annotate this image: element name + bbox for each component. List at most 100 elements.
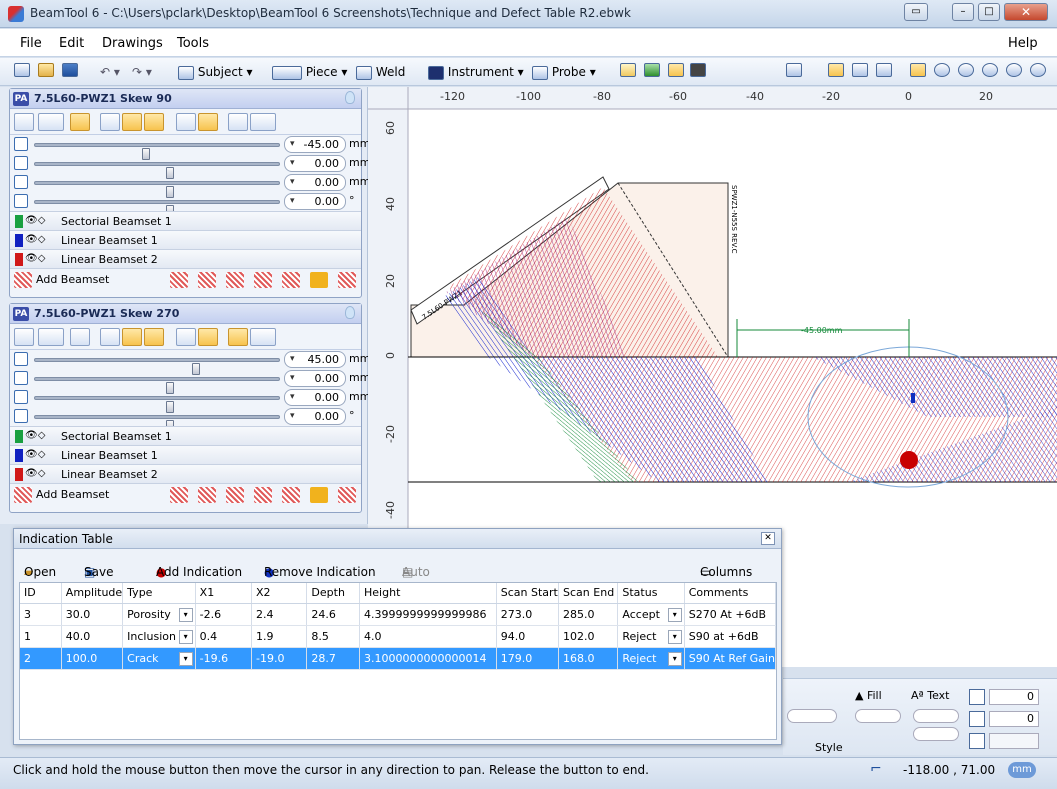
zoom-icon[interactable] xyxy=(958,63,974,77)
column-header[interactable]: Status xyxy=(617,583,685,604)
table-cell[interactable]: 100.0 xyxy=(61,647,124,670)
close-button[interactable]: ✕ xyxy=(1004,3,1048,21)
chevron-down-icon[interactable]: ▾ xyxy=(178,607,193,622)
add-beamset-icon[interactable] xyxy=(14,487,32,503)
zoom-out-icon[interactable] xyxy=(1030,63,1046,77)
weld-button[interactable]: Weld xyxy=(356,62,405,82)
probe-settings-icon[interactable] xyxy=(14,328,34,346)
gear-icon[interactable] xyxy=(38,113,64,131)
table-cell[interactable]: S270 At +6dB xyxy=(684,603,776,626)
table-cell[interactable]: 273.0 xyxy=(496,603,560,626)
chevron-down-icon[interactable]: ▾ xyxy=(667,651,682,666)
lightbulb-icon[interactable] xyxy=(345,306,355,319)
column-header[interactable]: Amplitude xyxy=(61,583,124,604)
table-row[interactable]: 3 30.0 Porosity ▾ -2.6 2.4 24.6 4.3999999999999… xyxy=(20,603,776,626)
table-cell[interactable]: 1.9 xyxy=(251,625,308,648)
table-cell[interactable]: Porosity ▾ xyxy=(122,603,196,626)
camera-icon[interactable] xyxy=(690,63,706,77)
table-cell[interactable]: Reject ▾ xyxy=(617,647,685,670)
probe-dropdown[interactable]: Probe ▾ xyxy=(532,62,596,82)
table-cell[interactable]: 40.0 xyxy=(61,625,124,648)
column-header[interactable]: X2 xyxy=(251,583,308,604)
add-linear-icon[interactable] xyxy=(198,272,216,288)
column-header[interactable]: X1 xyxy=(195,583,253,604)
wedge-view-icon[interactable] xyxy=(144,328,164,346)
menu-file[interactable]: File xyxy=(20,36,42,51)
slider-track[interactable] xyxy=(34,143,280,160)
table-cell[interactable]: Inclusion ▾ xyxy=(122,625,196,648)
menu-drawings[interactable]: Drawings xyxy=(102,36,163,51)
table-cell[interactable]: 1 xyxy=(20,625,62,648)
column-header[interactable]: Height xyxy=(359,583,497,604)
beamset-row[interactable]: 👁◇ Linear Beamset 2 xyxy=(10,464,361,483)
table-cell[interactable]: 30.0 xyxy=(61,603,124,626)
add-compound-icon[interactable] xyxy=(254,487,272,503)
pan-hand-icon[interactable] xyxy=(910,63,926,77)
eye-icon[interactable]: 👁◇ xyxy=(25,468,45,479)
table-cell[interactable]: 8.5 xyxy=(306,625,361,648)
beamset-row[interactable]: 👁◇ Sectorial Beamset 1 xyxy=(10,426,361,445)
slider-track[interactable] xyxy=(34,358,280,375)
view-2d-icon[interactable] xyxy=(828,63,844,77)
maximize-button[interactable]: □ xyxy=(978,3,1000,21)
offset-2-field[interactable]: 0 xyxy=(989,711,1039,727)
add-linear-icon[interactable] xyxy=(198,487,216,503)
unit-badge[interactable]: mm xyxy=(1008,762,1036,778)
add-tfm-icon[interactable] xyxy=(282,272,300,288)
text-dropdown[interactable] xyxy=(913,709,959,723)
table-cell[interactable]: 102.0 xyxy=(558,625,619,648)
scan-plan-icon[interactable] xyxy=(644,63,660,77)
wedge-icon[interactable] xyxy=(122,328,142,346)
value-spinner[interactable]: 0.00 xyxy=(284,370,346,387)
table-cell[interactable]: 168.0 xyxy=(558,647,619,670)
wedge-flat-icon[interactable] xyxy=(198,113,218,131)
table-cell[interactable]: 28.7 xyxy=(306,647,361,670)
table-cell[interactable]: 94.0 xyxy=(496,625,560,648)
new-icon[interactable] xyxy=(14,63,30,77)
add-beamset-label[interactable]: Add Beamset xyxy=(36,488,109,501)
export-icon[interactable] xyxy=(786,63,802,77)
slider-track[interactable] xyxy=(34,396,280,413)
chevron-down-icon[interactable]: ▾ xyxy=(178,651,193,666)
line-style-dropdown[interactable] xyxy=(787,709,837,723)
table-cell[interactable]: 179.0 xyxy=(496,647,560,670)
beamset-row[interactable]: 👁◇ Linear Beamset 1 xyxy=(10,445,361,464)
table-cell[interactable]: 24.6 xyxy=(306,603,361,626)
fill-dropdown[interactable] xyxy=(855,709,901,723)
menu-edit[interactable]: Edit xyxy=(59,36,84,51)
eye-icon[interactable]: 👁◇ xyxy=(25,253,45,264)
eye-icon[interactable]: 👁◇ xyxy=(25,215,45,226)
gear-icon[interactable] xyxy=(38,328,64,346)
chevron-down-icon[interactable]: ▾ xyxy=(667,607,682,622)
column-header[interactable]: Scan Start xyxy=(496,583,560,604)
add-check-icon[interactable] xyxy=(338,487,356,503)
table-row[interactable]: 1 40.0 Inclusion ▾ 0.4 1.9 8.5 4.0 94.0 102.0 Reje… xyxy=(20,625,776,648)
slider-track[interactable] xyxy=(34,200,280,217)
add-focus-icon[interactable] xyxy=(310,487,328,503)
wedge-flat-icon[interactable] xyxy=(198,328,218,346)
add-beamset-icon[interactable] xyxy=(14,272,32,288)
table-cell[interactable]: 3.1000000000000014 xyxy=(359,647,497,670)
scan-direction-icon[interactable] xyxy=(250,328,276,346)
column-header[interactable]: Scan End xyxy=(558,583,619,604)
redo-icon[interactable]: ↷ ▾ xyxy=(132,62,152,82)
table-cell[interactable]: 2.4 xyxy=(251,603,308,626)
undo-icon[interactable]: ↶ ▾ xyxy=(100,62,120,82)
slider-track[interactable] xyxy=(34,181,280,198)
mirror-icon[interactable] xyxy=(228,328,248,346)
notes-icon[interactable] xyxy=(620,63,636,77)
close-icon[interactable]: ✕ xyxy=(761,532,775,545)
column-header[interactable]: Type xyxy=(122,583,196,604)
table-cell[interactable]: 4.3999999999999986 xyxy=(359,603,497,626)
minimize-button[interactable]: – xyxy=(952,3,974,21)
column-header[interactable]: ID xyxy=(20,583,62,604)
table-cell[interactable]: S90 At Ref Gain xyxy=(684,647,776,670)
piece-dropdown[interactable]: Piece ▾ xyxy=(272,62,347,82)
table-cell[interactable]: 2 xyxy=(20,647,62,670)
label-abc-icon[interactable] xyxy=(100,328,120,346)
table-cell[interactable]: 3 xyxy=(20,603,62,626)
table-row[interactable]: 2 100.0 Crack ▾ -19.6 -19.0 28.7 3.100000000000… xyxy=(20,647,776,670)
view-wire-icon[interactable] xyxy=(876,63,892,77)
value-spinner[interactable]: 45.00 xyxy=(284,351,346,368)
add-check-icon[interactable] xyxy=(338,272,356,288)
